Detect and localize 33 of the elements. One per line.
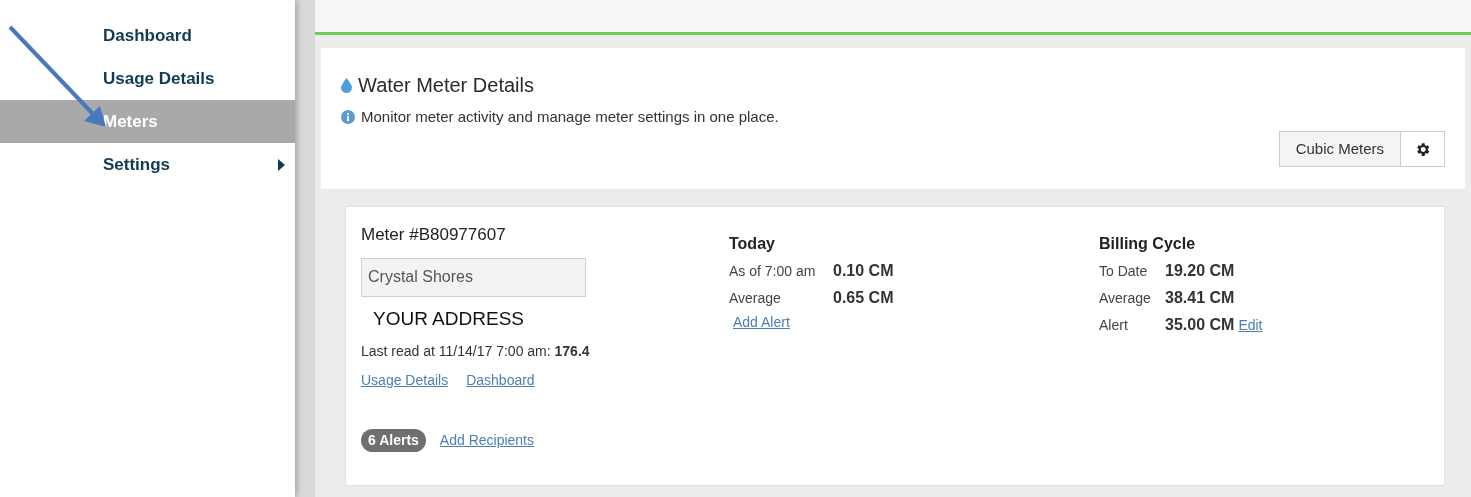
info-icon xyxy=(341,110,355,125)
stat-label: To Date xyxy=(1099,262,1149,281)
edit-link[interactable]: Edit xyxy=(1238,315,1263,336)
alerts-badge[interactable]: 6 Alerts xyxy=(361,429,426,452)
submenu-arrow-icon xyxy=(278,158,285,171)
settings-icon xyxy=(1414,140,1431,158)
last-read-text: Last read at 11/14/17 7:00 am: 176.4 xyxy=(361,342,591,361)
water-drop-icon xyxy=(341,77,352,93)
add-recipients-link[interactable]: Add Recipients xyxy=(439,430,534,451)
card-link[interactable]: Usage Details xyxy=(361,370,449,391)
stat-value: 0.10 CM xyxy=(833,261,894,281)
add-alert-link[interactable]: Add Alert xyxy=(733,312,790,333)
stat-value: 0.65 CM xyxy=(833,288,894,308)
stat-value: 35.00 CM xyxy=(1165,315,1235,335)
settings-button[interactable] xyxy=(1401,131,1445,167)
sidebar-item[interactable]: Dashboard xyxy=(0,14,295,57)
stat-label: As of 7:00 am xyxy=(729,262,817,281)
today-heading: Today xyxy=(729,234,776,254)
sidebar-item[interactable]: Settings xyxy=(0,143,295,186)
meter-name-field[interactable]: Crystal Shores xyxy=(361,257,586,297)
sidebar-item[interactable]: Usage Details xyxy=(0,57,295,100)
unit-button[interactable]: Cubic Meters xyxy=(1278,131,1401,167)
stat-label: Average xyxy=(1099,289,1152,308)
meter-title: Meter #B80977607 xyxy=(361,224,507,246)
card-link[interactable]: Dashboard xyxy=(466,370,535,391)
stat-value: 38.41 CM xyxy=(1165,288,1235,308)
info-text: Monitor meter activity and manage meter settings in one place. xyxy=(361,107,779,127)
stat-label: Average xyxy=(729,289,782,308)
stat-value: 19.20 CM xyxy=(1165,261,1235,281)
address-text: YOUR ADDRESS xyxy=(373,306,525,331)
billing-heading: Billing Cycle xyxy=(1099,234,1197,254)
page-title: Water Meter Details xyxy=(358,73,534,98)
stat-label: Alert xyxy=(1099,316,1129,335)
